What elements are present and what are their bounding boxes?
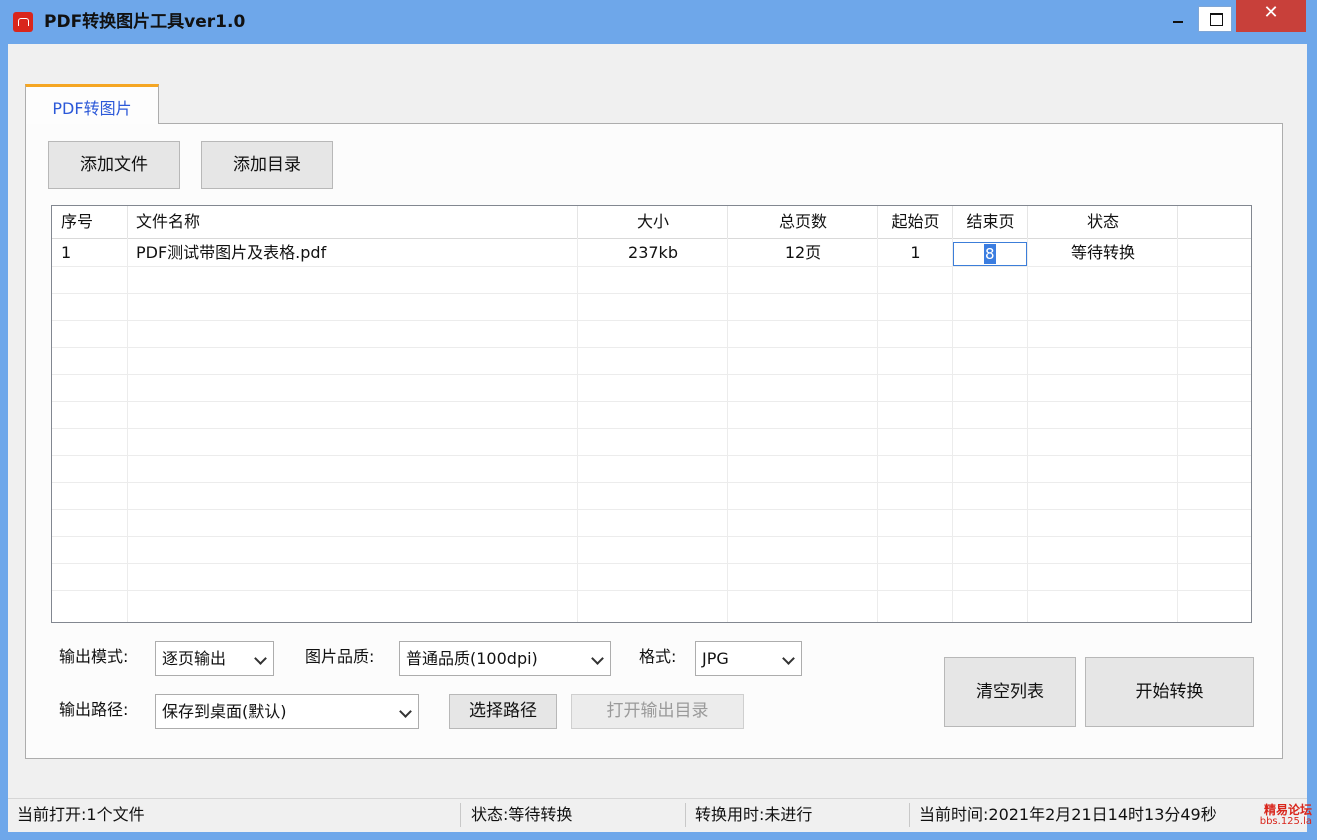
tab-label: PDF转图片 [52,99,132,118]
row-filename[interactable]: PDF测试带图片及表格.pdf [136,240,326,266]
maximize-button[interactable] [1198,6,1232,32]
quality-select[interactable]: 普通品质(100dpi) [399,641,611,676]
output-path-value: 保存到桌面(默认) [162,702,287,721]
output-mode-value: 逐页输出 [162,649,227,668]
row-size[interactable]: 237kb [578,240,728,266]
row-status[interactable]: 等待转换 [1028,240,1178,266]
choose-path-button[interactable]: 选择路径 [449,694,557,729]
clear-list-button[interactable]: 清空列表 [944,657,1076,727]
col-header-filename[interactable]: 文件名称 [136,206,200,238]
window-title: PDF转换图片工具ver1.0 [44,12,246,32]
chevron-down-icon [782,652,795,665]
status-current-time: 当前时间:2021年2月21日14时13分49秒 [919,805,1217,824]
output-path-label: 输出路径: [59,700,129,719]
tab-pdf-to-image[interactable]: PDF转图片 [25,84,159,124]
add-directory-button[interactable]: 添加目录 [201,141,333,189]
end-page-edit-field[interactable]: 8 [953,242,1027,266]
tab-panel: 添加文件 添加目录 序号 文件名称 大小 总页数 起始页 结束页 状态 1 PD… [25,123,1283,759]
col-header-end-page[interactable]: 结束页 [953,206,1028,238]
client-area: PDF转图片 添加文件 添加目录 序号 文件名称 大小 总页数 起始页 结束页 [8,44,1307,832]
close-icon: ✕ [1263,2,1279,23]
row-start-page[interactable]: 1 [878,240,953,266]
row-total-pages[interactable]: 12页 [728,240,878,266]
watermark-line1: 精易论坛 [1263,803,1312,817]
chevron-down-icon [254,652,267,665]
app-window: PDF转换图片工具ver1.0 ✕ PDF转图片 添加文件 添加目录 序号 文件… [0,0,1317,840]
title-bar[interactable]: PDF转换图片工具ver1.0 ✕ [0,0,1317,44]
file-list-table[interactable]: 序号 文件名称 大小 总页数 起始页 结束页 状态 1 PDF测试带图片及表格.… [51,205,1252,623]
col-header-size[interactable]: 大小 [578,206,728,238]
status-bar: 当前打开:1个文件 状态:等待转换 转换用时:未进行 当前时间:2021年2月2… [8,798,1307,831]
col-header-start-page[interactable]: 起始页 [878,206,953,238]
add-file-button[interactable]: 添加文件 [48,141,180,189]
forum-watermark: 精易论坛 bbs.125.la [1236,804,1312,828]
status-elapsed: 转换用时:未进行 [695,805,813,824]
close-button[interactable]: ✕ [1236,0,1306,32]
output-mode-label: 输出模式: [59,647,129,666]
watermark-line2: bbs.125.la [1259,816,1312,827]
pdf-app-icon [13,12,33,32]
format-select[interactable]: JPG [695,641,802,676]
table-header: 序号 文件名称 大小 总页数 起始页 结束页 状态 [52,206,1251,239]
chevron-down-icon [399,705,412,718]
status-state: 状态:等待转换 [471,805,573,824]
row-index[interactable]: 1 [61,240,71,266]
col-header-total-pages[interactable]: 总页数 [728,206,878,238]
col-header-index[interactable]: 序号 [61,206,93,238]
col-header-status[interactable]: 状态 [1028,206,1178,238]
quality-label: 图片品质: [305,647,375,666]
status-current-open: 当前打开:1个文件 [17,805,145,824]
output-mode-select[interactable]: 逐页输出 [155,641,274,676]
format-label: 格式: [639,647,677,666]
output-path-select[interactable]: 保存到桌面(默认) [155,694,419,729]
format-value: JPG [702,649,729,668]
quality-value: 普通品质(100dpi) [406,649,538,668]
end-page-value: 8 [984,244,996,264]
open-output-dir-button[interactable]: 打开输出目录 [571,694,744,729]
chevron-down-icon [591,652,604,665]
start-convert-button[interactable]: 开始转换 [1085,657,1254,727]
minimize-button[interactable] [1159,0,1195,32]
